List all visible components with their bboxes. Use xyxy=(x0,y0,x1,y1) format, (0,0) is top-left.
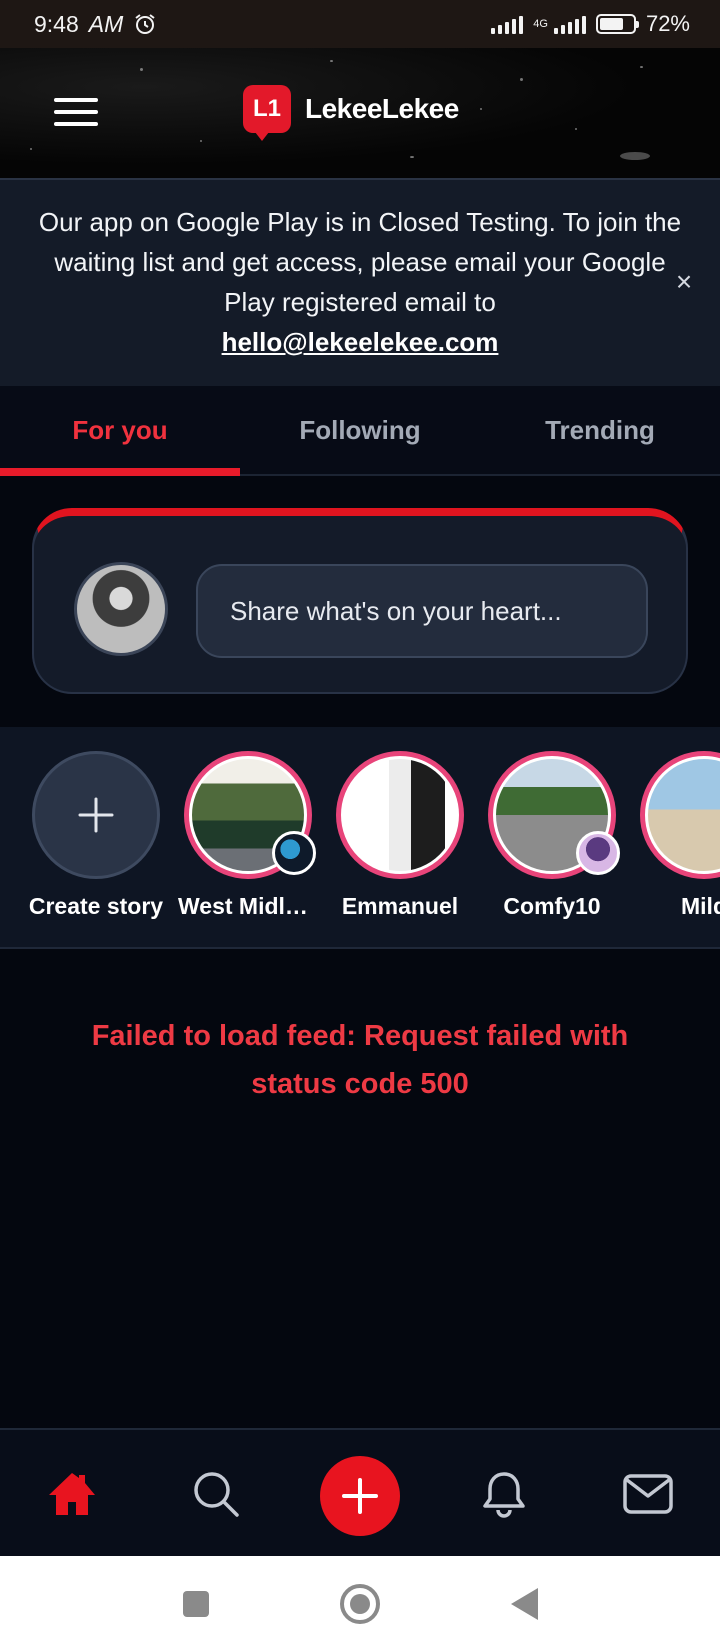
banner-text: Our app on Google Play is in Closed Test… xyxy=(36,202,684,362)
tab-following[interactable]: Following xyxy=(240,386,480,474)
story-item[interactable]: Mild xyxy=(640,751,720,920)
feed-tabs: For you Following Trending xyxy=(0,386,720,476)
story-mini-avatar xyxy=(272,831,316,875)
story-ring xyxy=(488,751,620,879)
story-name: Mild xyxy=(681,893,720,919)
plus-icon xyxy=(78,797,114,833)
status-right: 4G 72% xyxy=(491,11,690,37)
home-system-button[interactable] xyxy=(338,1582,382,1626)
story-ring xyxy=(336,751,464,879)
network-type: 4G xyxy=(533,18,548,30)
user-avatar[interactable] xyxy=(74,562,168,656)
app-name: LekeeLekee xyxy=(305,93,459,124)
story-name: Emmanuel xyxy=(341,893,459,919)
signal-icon xyxy=(491,14,524,34)
battery-percent: 72% xyxy=(645,11,690,36)
banner-email-link[interactable]: hello@lekeelekee.com xyxy=(36,322,684,362)
app-header: L1 LekeeLekee xyxy=(0,48,720,178)
story-item[interactable]: West Midlands xyxy=(178,751,318,920)
bell-icon xyxy=(483,1472,525,1518)
nav-search[interactable] xyxy=(186,1464,246,1524)
story-name: Comfy10 xyxy=(503,893,601,919)
tab-for-you[interactable]: For you xyxy=(0,386,240,476)
status-left: 9:48 AM xyxy=(34,11,157,38)
status-meridiem: AM xyxy=(88,10,124,37)
story-mini-avatar xyxy=(576,831,620,875)
post-input[interactable]: Share what's on your heart... xyxy=(196,564,648,658)
story-thumbnail xyxy=(341,756,459,874)
story-ring xyxy=(640,751,720,879)
nav-home[interactable] xyxy=(42,1464,102,1524)
nav-notifications[interactable] xyxy=(474,1464,534,1524)
battery-level xyxy=(599,18,623,30)
menu-button[interactable] xyxy=(54,98,98,126)
alarm-icon xyxy=(135,14,155,34)
plus-icon xyxy=(342,1478,378,1514)
stories-row: Create story West Midlands Emmanuel Comf… xyxy=(0,727,720,949)
closed-testing-banner: Our app on Google Play is in Closed Test… xyxy=(0,178,720,386)
square-icon xyxy=(183,1591,209,1617)
triangle-back-icon xyxy=(511,1588,538,1620)
home-icon xyxy=(49,1473,95,1515)
app-screen: 9:48 AM 4G 72% L1 LekeeLekee Our app on … xyxy=(0,0,720,1650)
status-time: 9:48 xyxy=(34,10,79,37)
bottom-nav xyxy=(0,1428,720,1556)
menu-line xyxy=(54,98,98,102)
nav-messages[interactable] xyxy=(618,1464,678,1524)
recents-button[interactable] xyxy=(174,1582,218,1626)
system-nav-bar xyxy=(0,1556,720,1650)
story-name: West Midlands xyxy=(178,893,318,919)
back-button[interactable] xyxy=(502,1582,546,1626)
story-thumbnail xyxy=(645,756,720,874)
logo-mark: L1 xyxy=(243,85,291,141)
circle-icon xyxy=(340,1584,380,1624)
story-name: Create story xyxy=(28,893,164,919)
story-item[interactable]: Emmanuel xyxy=(336,751,464,920)
status-bar: 9:48 AM 4G 72% xyxy=(0,0,720,48)
create-story[interactable]: Create story xyxy=(29,751,163,920)
story-ring xyxy=(184,751,316,879)
create-story-button[interactable] xyxy=(32,751,160,879)
menu-line xyxy=(54,122,98,126)
story-item[interactable]: Comfy10 xyxy=(488,751,620,920)
app-logo[interactable]: L1 LekeeLekee xyxy=(243,85,459,141)
search-icon xyxy=(194,1472,239,1517)
menu-line xyxy=(54,110,98,114)
banner-message: Our app on Google Play is in Closed Test… xyxy=(38,207,682,317)
feed-error-message: Failed to load feed: Request failed with… xyxy=(91,1020,629,1100)
signal-icon-2 xyxy=(553,14,586,34)
battery-icon xyxy=(595,14,639,34)
post-composer: Share what's on your heart... xyxy=(32,508,688,694)
mail-icon xyxy=(623,1474,673,1514)
tab-trending[interactable]: Trending xyxy=(480,386,720,474)
nav-create-post-button[interactable] xyxy=(320,1456,400,1536)
banner-close-button[interactable]: × xyxy=(672,268,696,296)
